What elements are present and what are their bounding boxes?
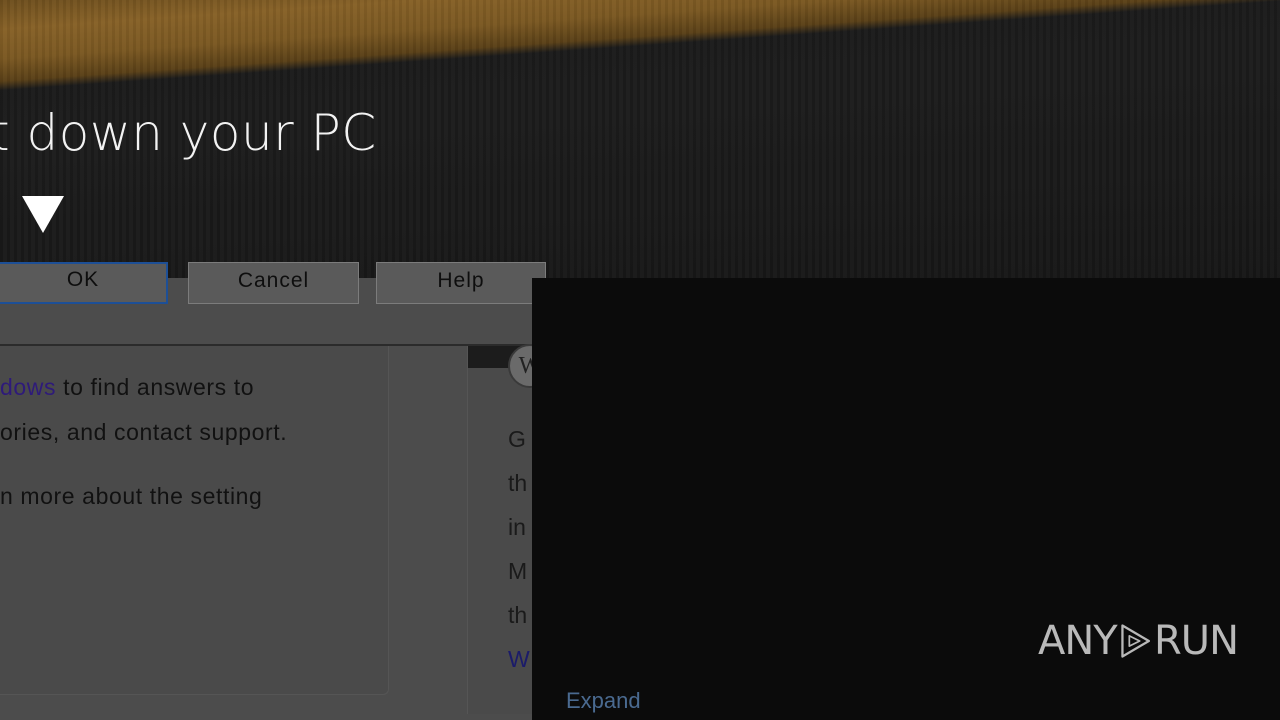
help-text-line-2: ories, and contact support. [0,419,288,445]
help-text-line-1-rest: to find answers to [56,374,255,400]
play-logo-icon [1121,624,1150,658]
side-text-line: th [508,602,528,628]
chevron-down-icon[interactable] [22,196,64,233]
ok-button[interactable]: OK [0,262,168,304]
side-text-line: th [508,470,528,496]
cancel-button[interactable]: Cancel [188,262,359,304]
help-panel: dows to find answers to ories, and conta… [0,346,389,695]
side-text-line: in [508,514,526,540]
side-link[interactable]: W [508,646,530,673]
help-text-line-1: dows to find answers to [0,374,254,401]
shutdown-title: t down your PC [0,104,377,162]
watermark-left-text: ANY [1038,618,1118,664]
watermark-right-text: RUN [1154,618,1239,664]
help-button[interactable]: Help [376,262,546,304]
expand-link[interactable]: Expand [566,688,641,714]
help-text-line-3: n more about the setting [0,483,263,509]
side-text-line: G [508,426,526,452]
anyrun-watermark: ANY RUN [1038,608,1239,674]
side-text-line: M [508,558,528,584]
windows-help-link[interactable]: dows [0,374,56,400]
